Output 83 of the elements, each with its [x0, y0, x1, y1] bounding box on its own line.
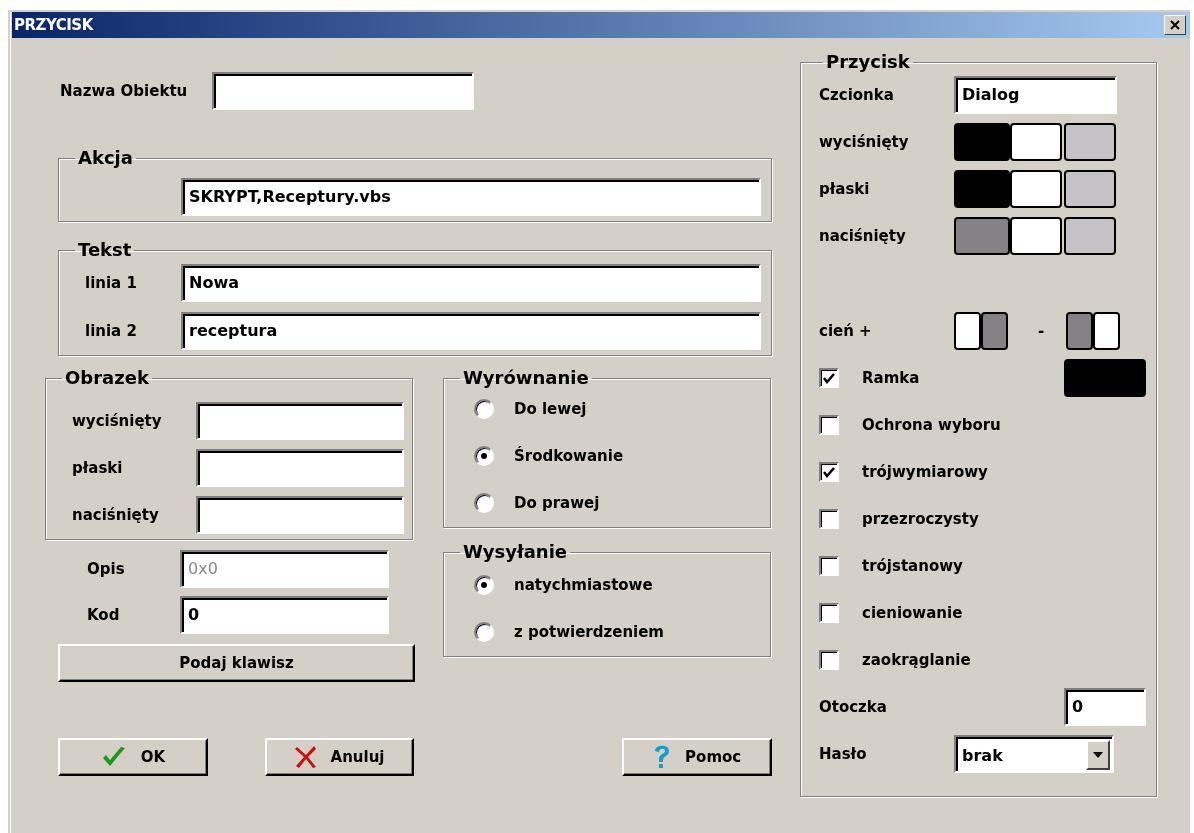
field-label: cień +	[819, 322, 873, 340]
radio-button[interactable]	[474, 399, 494, 419]
color-swatch[interactable]	[954, 217, 1010, 255]
field-label: wyciśnięty	[819, 133, 910, 151]
ok-button[interactable]: OK	[58, 738, 208, 776]
radio-button[interactable]	[474, 493, 494, 513]
checkbox-label: cieniowanie	[862, 604, 964, 622]
color-swatch[interactable]	[1064, 359, 1146, 397]
field-label: płaski	[72, 459, 124, 477]
code-field[interactable]: 0	[180, 596, 389, 634]
checkbox-label: zaokrąglanie	[862, 651, 972, 669]
text-field[interactable]: Nowa	[181, 264, 761, 302]
radio-button[interactable]	[474, 575, 494, 595]
checkbox[interactable]	[819, 415, 839, 435]
cross-icon	[294, 745, 317, 769]
group-title: Wyrównanie	[462, 368, 590, 388]
close-icon	[1170, 20, 1180, 30]
checkbox[interactable]	[819, 603, 839, 623]
password-dropdown[interactable]: brak	[954, 735, 1114, 773]
action-field[interactable]: SKRYPT,Receptury.vbs	[181, 178, 761, 216]
group-title: Obrazek	[64, 368, 150, 388]
field-label: Czcionka	[819, 86, 895, 104]
field-label: linia 2	[85, 322, 138, 340]
checkbox[interactable]	[819, 650, 839, 670]
checkbox[interactable]	[819, 462, 839, 482]
border-width-field[interactable]: 0	[1064, 688, 1146, 726]
group-title: Wysyłanie	[462, 542, 569, 562]
field-label: płaski	[819, 180, 871, 198]
radio-label: natychmiastowe	[514, 576, 653, 594]
field-label: Otoczka	[819, 698, 888, 716]
dropdown-arrow-icon	[1093, 752, 1103, 758]
color-swatch[interactable]	[1064, 123, 1116, 161]
color-swatch[interactable]	[954, 170, 1010, 208]
checkbox-label: Ochrona wyboru	[862, 416, 1002, 434]
radio-label: z potwierdzeniem	[514, 623, 664, 641]
window-title: PRZYCISK	[14, 16, 93, 34]
color-swatch[interactable]	[1064, 217, 1116, 255]
close-button[interactable]	[1164, 15, 1186, 35]
radio-button[interactable]	[474, 622, 494, 642]
checkbox[interactable]	[819, 368, 839, 388]
font-field[interactable]: Dialog	[954, 76, 1117, 114]
question-mark-icon	[653, 744, 672, 770]
field-label: linia 1	[85, 274, 138, 292]
radio-label: Środkowanie	[514, 447, 624, 465]
image-field[interactable]	[196, 402, 404, 440]
group-title: Tekst	[77, 240, 133, 260]
color-swatch[interactable]	[1010, 170, 1062, 208]
checkbox-label: przezroczysty	[862, 510, 980, 528]
field-label: wyciśnięty	[72, 412, 163, 430]
color-swatch[interactable]	[981, 312, 1008, 350]
image-field[interactable]	[196, 449, 404, 487]
field-label: Nazwa Obiektu	[60, 82, 188, 100]
radio-label: Do lewej	[514, 400, 587, 418]
color-swatch[interactable]	[1093, 312, 1121, 350]
image-field[interactable]	[196, 496, 404, 534]
key-button[interactable]: Podaj klawisz	[58, 644, 415, 682]
color-swatch[interactable]	[954, 123, 1010, 161]
field-label: Opis	[87, 560, 126, 578]
color-swatch[interactable]	[1010, 123, 1062, 161]
radio-button[interactable]	[474, 446, 494, 466]
field-label: Kod	[87, 606, 121, 624]
checkbox[interactable]	[819, 556, 839, 576]
help-button[interactable]: Pomoc	[622, 738, 772, 776]
cancel-button[interactable]: Anuluj	[264, 738, 415, 776]
name-field[interactable]	[212, 72, 475, 110]
field-label: naciśnięty	[72, 506, 160, 524]
color-swatch[interactable]	[1064, 170, 1116, 208]
field-label: naciśnięty	[819, 227, 907, 245]
group-title: Akcja	[77, 148, 134, 168]
radio-label: Do prawej	[514, 494, 600, 512]
check-icon	[823, 466, 835, 478]
color-swatch[interactable]	[1010, 217, 1062, 255]
checkbox[interactable]	[819, 509, 839, 529]
field-label: Hasło	[819, 745, 868, 763]
color-swatch[interactable]	[1066, 312, 1094, 350]
minus-label: -	[1038, 322, 1045, 340]
check-icon	[823, 372, 835, 384]
text-field[interactable]: receptura	[181, 312, 761, 350]
checkbox-label: trójwymiarowy	[862, 463, 989, 481]
checkbox-label: trójstanowy	[862, 557, 964, 575]
group-title: Przycisk	[825, 52, 911, 72]
color-swatch[interactable]	[954, 312, 981, 350]
checkbox-label: Ramka	[862, 369, 921, 387]
